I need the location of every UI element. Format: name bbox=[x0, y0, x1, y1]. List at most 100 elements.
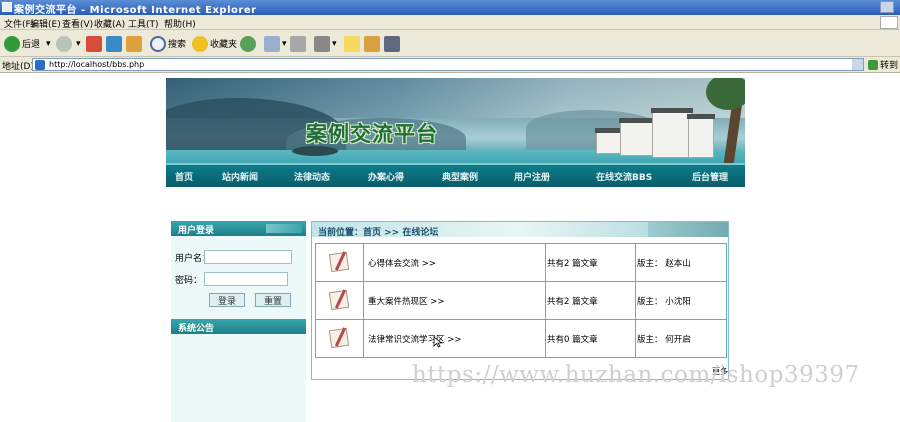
site-nav: 首页 站内新闻 法律动态 办案心得 典型案例 用户注册 在线交流BBS 后台管理 bbox=[166, 163, 745, 187]
messenger-button[interactable] bbox=[384, 34, 400, 53]
nav-case-experience[interactable]: 办案心得 bbox=[368, 170, 404, 183]
nav-typical-cases[interactable]: 典型案例 bbox=[442, 170, 478, 183]
nav-admin[interactable]: 后台管理 bbox=[692, 170, 728, 183]
mail-icon bbox=[264, 35, 280, 52]
site-title: 案例交流平台 bbox=[306, 122, 438, 146]
minimize-button[interactable] bbox=[880, 1, 894, 13]
password-input[interactable] bbox=[204, 272, 288, 286]
stop-button[interactable] bbox=[86, 34, 102, 53]
stop-icon bbox=[86, 35, 102, 52]
table-row: 心得体会交流 >> 共有2 篇文章 版主： 赵本山 bbox=[315, 243, 727, 282]
window-title: 案例交流平台 - Microsoft Internet Explorer bbox=[14, 5, 257, 16]
print-icon bbox=[290, 35, 306, 52]
discuss-button[interactable] bbox=[344, 34, 360, 53]
back-arrow-icon bbox=[4, 35, 20, 52]
breadcrumb-decoration bbox=[648, 222, 728, 237]
favorites-label: 收藏夹 bbox=[210, 40, 238, 50]
forward-arrow-icon bbox=[56, 35, 72, 52]
forum-post-count: 共有0 篇文章 bbox=[545, 319, 636, 358]
menu-view[interactable]: 查看(V) bbox=[62, 17, 93, 30]
home-icon bbox=[126, 35, 142, 52]
menu-tools[interactable]: 工具(T) bbox=[128, 17, 159, 30]
print-button[interactable] bbox=[290, 34, 306, 53]
nav-law-updates[interactable]: 法律动态 bbox=[294, 170, 330, 183]
back-label: 后退 bbox=[22, 40, 41, 50]
banner-tree bbox=[706, 78, 745, 179]
forum-icon-cell bbox=[315, 281, 364, 320]
username-input[interactable] bbox=[204, 250, 292, 264]
table-row: 重大案件热现区 >> 共有2 篇文章 版主： 小沈阳 bbox=[315, 281, 727, 320]
menu-edit[interactable]: 编辑(E) bbox=[30, 17, 61, 30]
nav-home[interactable]: 首页 bbox=[175, 170, 193, 183]
edit-icon bbox=[314, 35, 330, 52]
address-input[interactable]: http://localhost/bbs.php bbox=[32, 58, 864, 71]
announcement-header: 系统公告 bbox=[171, 319, 306, 334]
menu-help[interactable]: 帮助(H) bbox=[164, 17, 196, 30]
search-label: 搜索 bbox=[168, 40, 187, 50]
address-dropdown-icon[interactable] bbox=[852, 59, 863, 70]
address-label: 地址(D) bbox=[2, 62, 34, 72]
back-dropdown-icon[interactable]: ▾ bbox=[46, 39, 51, 49]
forward-button[interactable]: ▾ bbox=[56, 34, 81, 53]
forum-icon-cell bbox=[315, 243, 364, 282]
back-button[interactable]: 后退 ▾ bbox=[4, 34, 51, 53]
book-icon bbox=[364, 35, 380, 52]
messenger-icon bbox=[384, 35, 400, 52]
folder-icon bbox=[344, 35, 360, 52]
search-button[interactable]: 搜索 bbox=[150, 34, 186, 53]
forward-dropdown-icon[interactable]: ▾ bbox=[76, 39, 81, 49]
login-header: 用户登录 bbox=[171, 221, 306, 236]
password-label: 密码： bbox=[175, 276, 203, 286]
refresh-button[interactable] bbox=[106, 34, 122, 53]
left-sidebar: 用户登录 用户名： 密码： 登录 重置 系统公告 bbox=[171, 221, 306, 422]
edit-button[interactable]: ▾ bbox=[314, 34, 337, 53]
breadcrumb-text: 当前位置：首页 >> 在线论坛 bbox=[318, 228, 439, 238]
go-arrow-icon bbox=[868, 59, 878, 70]
login-button[interactable]: 登录 bbox=[209, 293, 245, 307]
menu-favorites[interactable]: 收藏(A) bbox=[94, 17, 125, 30]
edit-dropdown-icon[interactable]: ▾ bbox=[332, 39, 337, 49]
forum-doc-icon bbox=[328, 249, 352, 273]
windows-logo-icon bbox=[880, 16, 898, 29]
go-label: 转到 bbox=[880, 61, 899, 71]
watermark-text: https://www.huzhan.com/ishop39397 bbox=[412, 362, 860, 388]
address-url: http://localhost/bbs.php bbox=[49, 60, 145, 69]
breadcrumb: 当前位置：首页 >> 在线论坛 bbox=[312, 222, 728, 238]
history-icon bbox=[240, 35, 256, 52]
search-icon bbox=[150, 35, 166, 52]
research-button[interactable] bbox=[364, 34, 380, 53]
nav-register[interactable]: 用户注册 bbox=[514, 170, 550, 183]
nav-bbs[interactable]: 在线交流BBS bbox=[596, 170, 652, 183]
table-row: 法律常识交流学习区 >> 共有0 篇文章 版主： 何开启 bbox=[315, 319, 727, 358]
window-title-bar: 案例交流平台 - Microsoft Internet Explorer bbox=[0, 0, 900, 16]
hand-cursor-icon bbox=[433, 336, 443, 348]
reset-button[interactable]: 重置 bbox=[255, 293, 291, 307]
history-button[interactable] bbox=[240, 34, 256, 53]
forum-post-count: 共有2 篇文章 bbox=[545, 243, 636, 282]
announcement-header-text: 系统公告 bbox=[178, 324, 215, 334]
forum-icon-cell bbox=[315, 319, 364, 358]
mail-button[interactable]: ▾ bbox=[264, 34, 287, 53]
forum-name[interactable]: 心得体会交流 >> bbox=[363, 243, 546, 282]
site-banner: 案例交流平台 首页 站内新闻 法律动态 办案心得 典型案例 用户注册 在线交流B… bbox=[166, 78, 745, 187]
forum-moderator: 版主： 小沈阳 bbox=[635, 281, 727, 320]
banner-houses bbox=[595, 106, 716, 162]
forum-name[interactable]: 重大案件热现区 >> bbox=[363, 281, 546, 320]
page-content: 案例交流平台 首页 站内新闻 法律动态 办案心得 典型案例 用户注册 在线交流B… bbox=[0, 74, 900, 422]
forum-doc-icon bbox=[328, 287, 352, 311]
star-icon bbox=[192, 35, 208, 52]
page-icon bbox=[35, 60, 45, 70]
forum-panel: 当前位置：首页 >> 在线论坛 心得体会交流 >> 共有2 篇文章 版主： 赵本… bbox=[311, 221, 729, 380]
forum-name[interactable]: 法律常识交流学习区 >> bbox=[363, 319, 546, 358]
forum-table: 心得体会交流 >> 共有2 篇文章 版主： 赵本山 重大案件热现区 >> 共有2… bbox=[315, 243, 727, 358]
mail-dropdown-icon[interactable]: ▾ bbox=[282, 39, 287, 49]
home-button[interactable] bbox=[126, 34, 142, 53]
forum-post-count: 共有2 篇文章 bbox=[545, 281, 636, 320]
refresh-icon bbox=[106, 35, 122, 52]
nav-news[interactable]: 站内新闻 bbox=[222, 170, 258, 183]
forum-moderator: 版主： 赵本山 bbox=[635, 243, 727, 282]
login-header-text: 用户登录 bbox=[178, 226, 215, 236]
favorites-button[interactable]: 收藏夹 bbox=[192, 34, 237, 53]
go-button[interactable]: 转到 bbox=[868, 58, 898, 71]
forum-moderator: 版主： 何开启 bbox=[635, 319, 727, 358]
